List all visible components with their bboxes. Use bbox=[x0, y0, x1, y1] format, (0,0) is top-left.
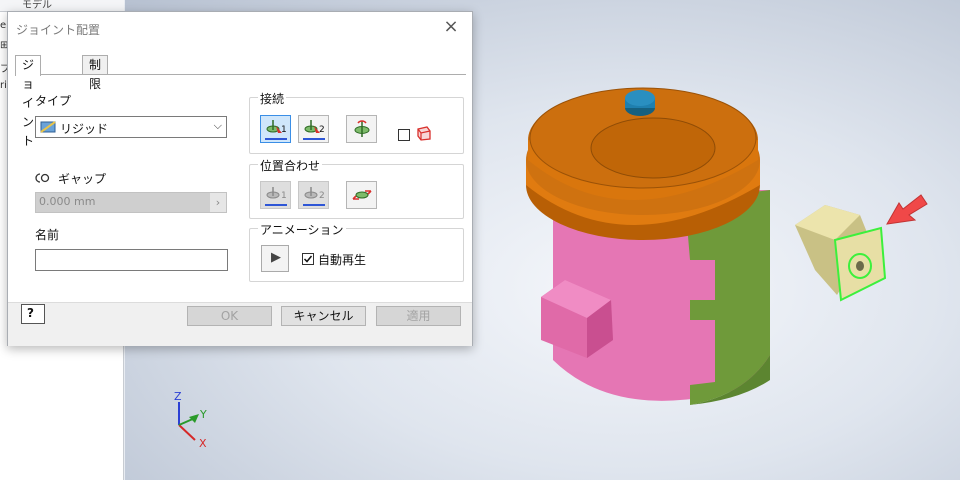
animation-group: アニメーション ▶ 自動再生 bbox=[249, 221, 464, 282]
align-1-button[interactable]: 1 bbox=[260, 181, 291, 209]
cancel-button[interactable]: キャンセル bbox=[281, 306, 366, 326]
tab-limits[interactable]: 制限 bbox=[82, 55, 109, 91]
connect-origin-1-button[interactable]: 1 bbox=[260, 115, 291, 143]
blue-knob[interactable] bbox=[625, 90, 655, 116]
dialog-title: ジョイント配置 bbox=[16, 23, 101, 37]
gap-label: ギャップ bbox=[58, 172, 107, 186]
align-label: 位置合わせ bbox=[258, 157, 323, 174]
connect-label: 接続 bbox=[258, 90, 287, 107]
type-label: タイプ bbox=[35, 94, 72, 108]
rigid-joint-icon bbox=[40, 121, 56, 133]
tan-part[interactable] bbox=[795, 205, 887, 302]
connect-group: 接続 1 2 bbox=[249, 90, 464, 154]
cube-select-icon bbox=[417, 126, 431, 141]
check-icon bbox=[303, 255, 313, 263]
joint-placement-dialog: ジョイント配置 × ジョイント 制限 タイプ リジッド ⌵ ギャップ 0.000… bbox=[7, 11, 473, 346]
axis-z-label: Z bbox=[174, 390, 182, 403]
joint-type-value: リジッド bbox=[60, 122, 109, 136]
axis-x-label: X bbox=[199, 437, 207, 450]
close-icon[interactable]: × bbox=[440, 16, 462, 38]
name-input[interactable] bbox=[35, 249, 228, 271]
gap-icon bbox=[35, 173, 50, 183]
help-icon: ? bbox=[27, 306, 34, 320]
auto-play-checkbox[interactable] bbox=[302, 253, 314, 265]
play-button[interactable]: ▶ bbox=[261, 245, 289, 272]
align-icon: 1 bbox=[265, 187, 287, 206]
help-button[interactable]: ? bbox=[21, 304, 45, 324]
pointer-arrow-icon bbox=[886, 194, 928, 225]
align-icon: 2 bbox=[303, 187, 325, 206]
chevron-down-icon: ⌵ bbox=[213, 119, 222, 132]
joint-type-select[interactable]: リジッド ⌵ bbox=[35, 116, 227, 138]
flip-icon bbox=[354, 120, 370, 137]
flip-component-button[interactable] bbox=[346, 115, 377, 143]
invert-icon bbox=[352, 190, 372, 200]
gap-value: 0.000 mm bbox=[39, 195, 96, 208]
gap-input[interactable]: 0.000 mm › bbox=[35, 192, 227, 213]
svg-text:1: 1 bbox=[281, 191, 287, 201]
chevron-right-icon[interactable]: › bbox=[210, 193, 226, 212]
invert-alignment-button[interactable] bbox=[346, 181, 377, 209]
align-2-button[interactable]: 2 bbox=[298, 181, 329, 209]
origin-select-icon: 2 bbox=[303, 120, 325, 140]
svg-text:2: 2 bbox=[319, 191, 325, 201]
axis-triad[interactable]: Z Y X bbox=[174, 390, 207, 450]
connect-origin-2-button[interactable]: 2 bbox=[298, 115, 329, 143]
auto-play-label: 自動再生 bbox=[318, 253, 367, 267]
svg-text:1: 1 bbox=[281, 125, 287, 135]
animation-label: アニメーション bbox=[258, 221, 346, 238]
origin-select-icon: 1 bbox=[265, 120, 287, 140]
play-icon: ▶ bbox=[271, 250, 281, 265]
axis-y-label: Y bbox=[199, 408, 207, 421]
browser-row[interactable]: e bbox=[0, 20, 6, 31]
lock-checkbox[interactable] bbox=[398, 129, 410, 141]
browser-row[interactable]: ri bbox=[0, 80, 7, 91]
tab-joint[interactable]: ジョイント bbox=[15, 55, 42, 148]
align-group: 位置合わせ 1 2 bbox=[249, 157, 464, 219]
apply-button[interactable]: 適用 bbox=[376, 306, 461, 326]
svg-text:2: 2 bbox=[319, 125, 325, 135]
name-label: 名前 bbox=[35, 228, 60, 242]
ok-button[interactable]: OK bbox=[187, 306, 272, 326]
model-tab-label: モデル bbox=[22, 0, 52, 11]
